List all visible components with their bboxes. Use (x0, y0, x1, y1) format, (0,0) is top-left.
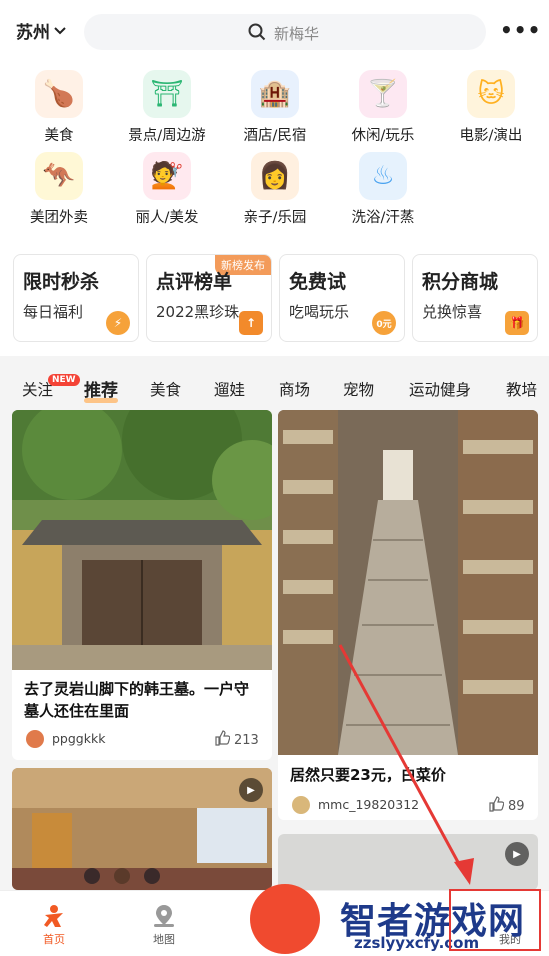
video-play-icon[interactable]: ▶ (505, 842, 529, 866)
post-image-banquet-hall (12, 768, 272, 890)
chevron-down-icon (54, 24, 66, 38)
category-label: 美食 (44, 128, 74, 144)
nav-map[interactable]: 地图 (134, 903, 194, 947)
category-label: 美团外卖 (30, 210, 88, 226)
bathtub-icon: ♨ (359, 152, 407, 200)
annotation-highlight-box (449, 889, 541, 951)
category-label: 丽人/美发 (135, 210, 199, 226)
post-title: 去了灵岩山脚下的韩王墓。一户守墓人还住在里面 (24, 680, 250, 720)
category-label: 景点/周边游 (128, 128, 206, 144)
nav-home-label: 首页 (43, 933, 65, 946)
tab-mall[interactable]: 商场 (279, 378, 310, 400)
category-scenic[interactable]: ⛩ 景点/周边游 (117, 70, 217, 145)
home-kangaroo-icon (41, 903, 67, 929)
category-parent-child[interactable]: 👩 亲子/乐园 (225, 152, 325, 227)
promo-ranking[interactable]: 新榜发布 点评榜单 2022黑珍珠 ↑ (146, 254, 272, 342)
promo-subtitle: 每日福利 (23, 303, 84, 321)
city-label: 苏州 (16, 23, 50, 43)
tab-pets[interactable]: 宠物 (343, 378, 374, 400)
promo-points-mall[interactable]: 积分商城 兑换惊喜 🎁 (412, 254, 538, 342)
category-hotel[interactable]: 🏨 酒店/民宿 (225, 70, 325, 145)
ranking-arrow-icon: ↑ (239, 311, 263, 335)
category-label: 酒店/民宿 (243, 128, 307, 144)
promo-title: 积分商城 (422, 271, 499, 293)
search-bar[interactable]: 新梅华 (84, 14, 486, 50)
promo-subtitle: 2022黑珍珠 (156, 303, 240, 321)
zero-yuan-icon: 0元 (372, 311, 396, 335)
hotel-building-icon: 🏨 (251, 70, 299, 118)
avatar (26, 730, 44, 748)
promo-free-trial[interactable]: 免费试 吃喝玩乐 0元 (279, 254, 405, 342)
category-label: 休闲/玩乐 (351, 128, 415, 144)
feed-tabs: 关注 NEW 推荐 美食 遛娃 商场 宠物 运动健身 教培 (0, 366, 549, 406)
city-selector[interactable]: 苏州 (16, 18, 66, 43)
lightning-icon: ⚡ (106, 311, 130, 335)
like-button[interactable]: 213 (214, 730, 259, 750)
category-label: 电影/演出 (459, 128, 523, 144)
post-image-old-gate (12, 410, 272, 670)
promo-cards: 限时秒杀 每日福利 ⚡ 新榜发布 点评榜单 2022黑珍珠 ↑ 免费试 吃喝玩乐… (0, 246, 549, 356)
parent-child-icon: 👩 (251, 152, 299, 200)
category-beauty[interactable]: 💇 丽人/美发 (117, 152, 217, 227)
thumbs-up-icon (488, 796, 505, 816)
category-label: 亲子/乐园 (243, 210, 307, 226)
like-count: 89 (508, 798, 525, 814)
search-placeholder: 新梅华 (274, 25, 320, 43)
tab-fitness[interactable]: 运动健身 (409, 378, 471, 400)
video-play-icon[interactable]: ▶ (239, 778, 263, 802)
category-food[interactable]: 🍗 美食 (9, 70, 109, 145)
nav-map-label: 地图 (153, 933, 175, 946)
pagoda-icon: ⛩ (143, 70, 191, 118)
promo-flash-sale[interactable]: 限时秒杀 每日福利 ⚡ (13, 254, 139, 342)
more-menu-button[interactable]: ••• (500, 18, 541, 42)
promo-subtitle: 吃喝玩乐 (289, 303, 350, 321)
feed-card-banquet[interactable]: ▶ (12, 768, 272, 890)
thumbs-up-icon (214, 730, 231, 750)
like-count: 213 (234, 732, 259, 748)
category-takeout[interactable]: 🦘 美团外卖 (9, 152, 109, 227)
watermark-logo-circle (250, 884, 320, 954)
like-button[interactable]: 89 (488, 796, 525, 816)
nav-home[interactable]: 首页 (24, 903, 84, 947)
promo-title: 限时秒杀 (23, 271, 100, 293)
avatar (292, 796, 310, 814)
annotation-arrow (338, 644, 474, 885)
category-leisure[interactable]: 🍸 休闲/玩乐 (333, 70, 433, 145)
category-grid: 🍗 美食 ⛩ 景点/周边游 🏨 酒店/民宿 🍸 休闲/玩乐 🐱 电影/演出 🦘 … (0, 60, 549, 299)
tab-education[interactable]: 教培 (506, 378, 537, 400)
promo-title: 点评榜单 (156, 271, 233, 293)
post-author: ppggkkk (52, 731, 106, 746)
promo-subtitle: 兑换惊喜 (422, 303, 483, 321)
top-header: 苏州 新梅华 ••• (0, 0, 549, 60)
kangaroo-icon: 🦘 (35, 152, 83, 200)
map-pin-icon (151, 903, 177, 929)
tab-kids[interactable]: 遛娃 (214, 378, 245, 400)
promo-title: 免费试 (289, 271, 347, 293)
category-bath[interactable]: ♨ 洗浴/汗蒸 (333, 152, 433, 227)
tab-food[interactable]: 美食 (150, 378, 181, 400)
tab-recommend-label: 推荐 (84, 381, 118, 401)
feed-card-tomb[interactable]: 去了灵岩山脚下的韩王墓。一户守墓人还住在里面 ppggkkk 213 (12, 410, 272, 760)
search-icon (248, 23, 266, 41)
tab-recommend[interactable]: 推荐 (84, 376, 118, 403)
category-movie[interactable]: 🐱 电影/演出 (441, 70, 541, 145)
woman-hair-icon: 💇 (143, 152, 191, 200)
cocktail-icon: 🍸 (359, 70, 407, 118)
roast-chicken-icon: 🍗 (35, 70, 83, 118)
cat-mask-icon: 🐱 (467, 70, 515, 118)
gift-box-icon: 🎁 (505, 311, 529, 335)
new-badge: NEW (48, 374, 80, 386)
category-label: 洗浴/汗蒸 (351, 210, 415, 226)
